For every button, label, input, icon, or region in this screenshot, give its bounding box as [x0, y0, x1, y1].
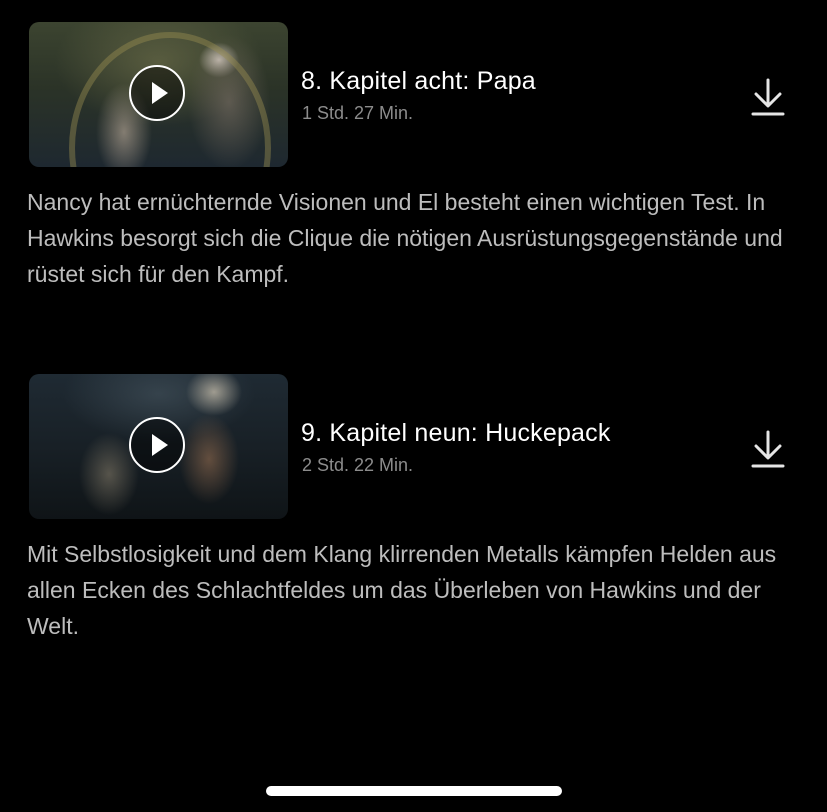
episode-thumbnail[interactable] — [29, 374, 288, 519]
play-button[interactable] — [129, 417, 185, 473]
download-icon — [751, 430, 785, 468]
play-icon — [152, 82, 168, 104]
episode-title: 8. Kapitel acht: Papa — [301, 67, 536, 95]
episode-thumbnail[interactable] — [29, 22, 288, 167]
episode-item: 8. Kapitel acht: Papa 1 Std. 27 Min. — [0, 22, 827, 167]
play-button[interactable] — [129, 65, 185, 121]
episode-title: 9. Kapitel neun: Huckepack — [301, 419, 611, 447]
home-indicator[interactable] — [266, 786, 562, 796]
episode-duration: 1 Std. 27 Min. — [302, 103, 414, 123]
episode-description: Nancy hat ernüchternde Visionen und El b… — [27, 189, 783, 287]
download-button[interactable] — [750, 429, 786, 469]
episode-description: Mit Selbstlosigkeit und dem Klang klirre… — [27, 541, 777, 639]
episode-header: 8. Kapitel acht: Papa 1 Std. 27 Min. — [0, 22, 827, 167]
play-icon — [152, 434, 168, 456]
download-icon — [751, 78, 785, 116]
download-button[interactable] — [750, 77, 786, 117]
episode-header: 9. Kapitel neun: Huckepack 2 Std. 22 Min… — [0, 374, 827, 519]
episode-duration: 2 Std. 22 Min. — [302, 455, 414, 475]
episode-item: 9. Kapitel neun: Huckepack 2 Std. 22 Min… — [0, 374, 827, 519]
